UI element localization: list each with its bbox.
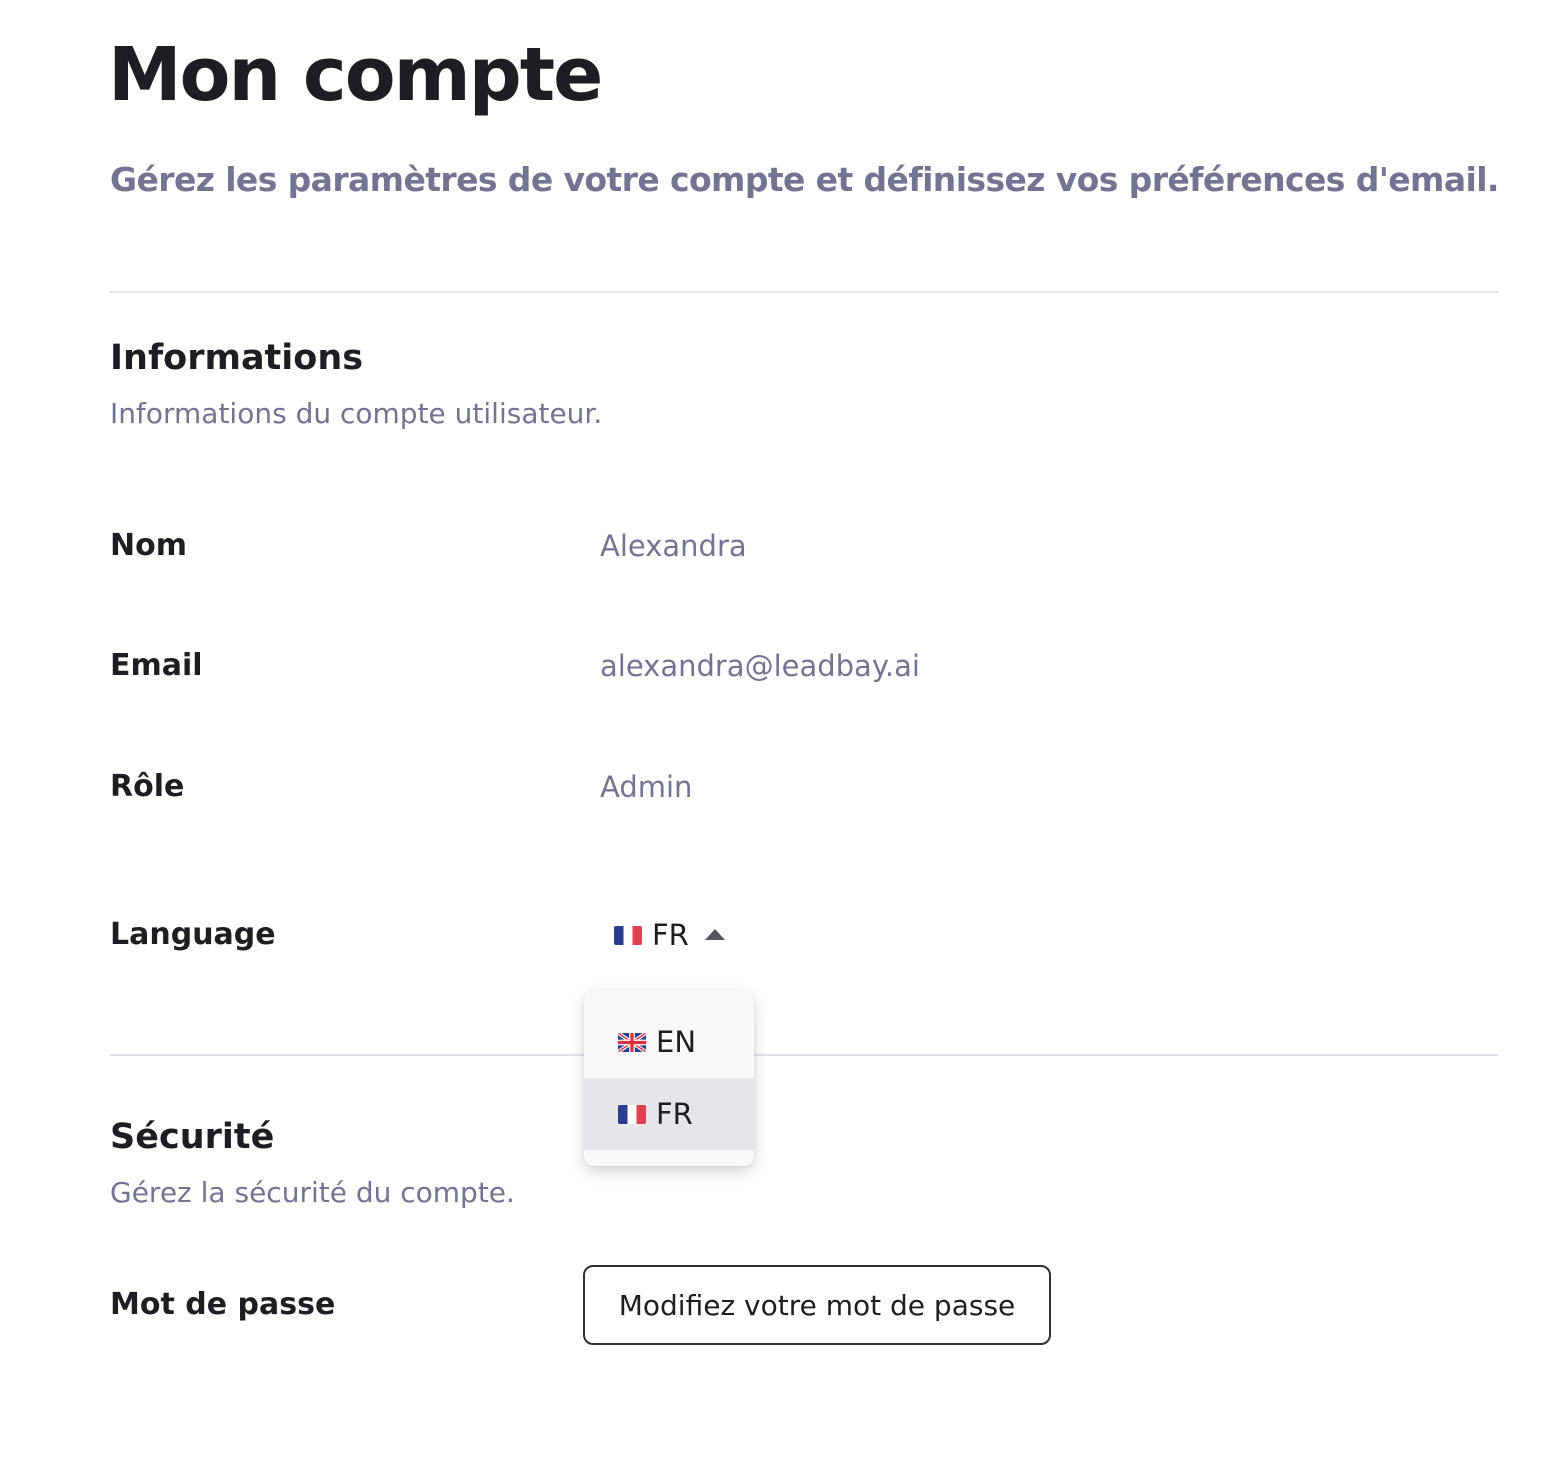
caret-up-icon xyxy=(704,928,725,940)
language-option-label: EN xyxy=(656,1025,697,1059)
field-label-role: Rôle xyxy=(110,769,185,804)
field-label-email: Email xyxy=(110,648,203,683)
field-label-password: Mot de passe xyxy=(110,1287,336,1322)
france-flag-icon xyxy=(614,925,642,945)
france-flag-icon xyxy=(618,1104,646,1124)
change-password-button[interactable]: Modifiez votre mot de passe xyxy=(583,1265,1051,1345)
page-subtitle: Gérez les paramètres de votre compte et … xyxy=(110,160,1499,199)
language-option-label: FR xyxy=(656,1097,693,1131)
language-dropdown-menu: EN FR xyxy=(584,990,754,1166)
securite-description: Gérez la sécurité du compte. xyxy=(110,1176,515,1209)
informations-title: Informations xyxy=(110,338,364,378)
language-select[interactable]: FR xyxy=(608,912,731,958)
field-label-nom: Nom xyxy=(110,528,187,563)
uk-flag-icon xyxy=(618,1032,646,1052)
language-selected-value: FR xyxy=(652,918,689,952)
field-value-role: Admin xyxy=(600,770,693,804)
language-option-en[interactable]: EN xyxy=(584,1006,754,1078)
field-label-language: Language xyxy=(110,917,276,952)
field-value-nom: Alexandra xyxy=(600,529,747,563)
language-option-fr[interactable]: FR xyxy=(584,1078,754,1150)
securite-title: Sécurité xyxy=(110,1117,275,1157)
field-value-email: alexandra@leadbay.ai xyxy=(600,649,920,683)
section-divider xyxy=(110,1054,1498,1056)
informations-description: Informations du compte utilisateur. xyxy=(110,397,603,430)
page-title: Mon compte xyxy=(108,32,603,118)
section-divider xyxy=(110,291,1498,293)
